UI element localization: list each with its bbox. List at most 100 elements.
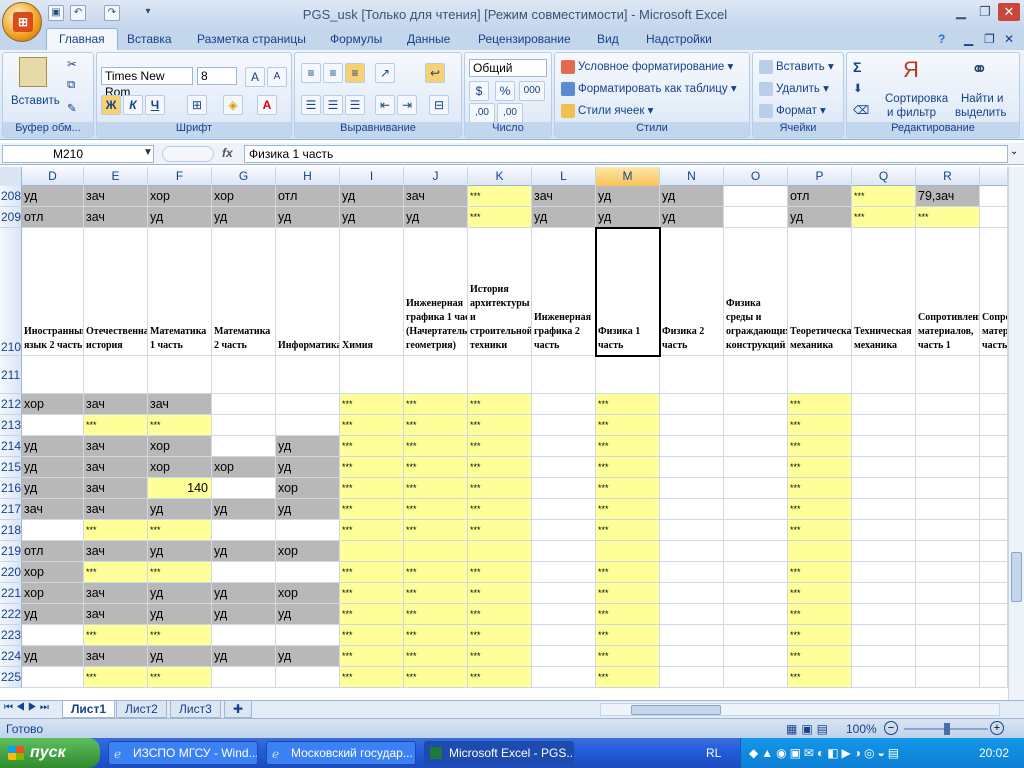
taskbar-item-excel[interactable]: Microsoft Excel - PGS... [424,741,574,765]
grade-cell[interactable]: *** [148,625,212,646]
grade-cell[interactable] [532,646,596,667]
grade-cell[interactable] [532,457,596,478]
grade-cell[interactable] [660,499,724,520]
row-header-215[interactable]: 215 [0,457,22,478]
grade-cell[interactable] [980,562,1008,583]
grade-cell[interactable] [532,499,596,520]
grade-cell[interactable]: уд [340,186,404,207]
column-title-cell[interactable]: Техническая механика [852,228,916,356]
grade-cell[interactable]: зач [22,499,84,520]
grade-cell[interactable]: *** [788,457,852,478]
row-header-209[interactable]: 209 [0,207,22,228]
insert-function-button[interactable]: fx [222,146,233,160]
grade-cell[interactable]: уд [212,499,276,520]
ribbon-minimize-icon[interactable]: ▁ [964,32,973,46]
grade-cell[interactable]: *** [596,499,660,520]
format-cells-button[interactable]: Формат ▾ [759,103,826,118]
insert-cells-button[interactable]: Вставить ▾ [759,59,834,74]
grade-cell[interactable] [852,436,916,457]
font-size-select[interactable]: 8 [197,67,237,85]
grade-cell[interactable]: хор [22,394,84,415]
grade-cell[interactable]: *** [84,625,148,646]
align-top-icon[interactable]: ≡ [301,63,321,83]
grade-cell[interactable] [724,541,788,562]
grade-cell[interactable] [980,457,1008,478]
grade-cell[interactable]: хор [276,583,340,604]
sort-filter-button[interactable]: Сортировка [885,93,948,105]
grade-cell[interactable]: уд [22,186,84,207]
grade-cell[interactable] [22,520,84,541]
row-header-220[interactable]: 220 [0,562,22,583]
fill-color-icon[interactable]: ◈ [223,95,243,115]
grade-cell[interactable]: отл [22,207,84,228]
grade-cell[interactable] [532,583,596,604]
grade-cell[interactable] [980,520,1008,541]
grade-cell[interactable]: уд [148,541,212,562]
grade-cell[interactable] [532,625,596,646]
grade-cell[interactable]: *** [596,583,660,604]
grade-cell[interactable]: *** [340,394,404,415]
grade-cell[interactable] [916,394,980,415]
column-title-cell[interactable]: Физика 1 часть [596,228,660,356]
grade-cell[interactable]: уд [596,186,660,207]
grade-cell[interactable]: уд [212,207,276,228]
grade-cell[interactable]: зач [84,541,148,562]
column-header-H[interactable]: H [276,167,340,186]
grade-cell[interactable]: *** [404,415,468,436]
column-title-cell[interactable]: Математика 1 часть [148,228,212,356]
grade-cell[interactable] [852,625,916,646]
grade-cell[interactable]: уд [276,499,340,520]
delete-cells-button[interactable]: Удалить ▾ [759,81,829,96]
grade-cell[interactable]: зач [84,436,148,457]
thousands-button[interactable]: 000 [519,81,545,101]
fill-icon[interactable]: ⬇ [853,81,863,95]
clear-icon[interactable]: ⌫ [853,103,869,117]
grade-cell[interactable]: зач [84,478,148,499]
grade-cell[interactable]: уд [596,207,660,228]
grade-cell[interactable]: зач [404,186,468,207]
grade-cell[interactable]: уд [22,457,84,478]
wrap-text-icon[interactable]: ↩ [425,63,445,83]
grade-cell[interactable] [660,457,724,478]
column-title-cell[interactable]: История архитектуры и строительной техни… [468,228,532,356]
vertical-scroll-thumb[interactable] [1011,552,1022,602]
grade-cell[interactable]: хор [276,478,340,499]
zoom-in-icon[interactable]: + [990,721,1004,735]
grade-cell[interactable] [22,667,84,688]
grade-cell[interactable]: уд [148,583,212,604]
column-title-cell[interactable]: Инженерная графика 1 часть (Начертательн… [404,228,468,356]
row-header-225[interactable]: 225 [0,667,22,688]
grade-cell[interactable]: *** [596,457,660,478]
grade-cell[interactable] [724,562,788,583]
grade-cell[interactable]: уд [22,436,84,457]
grade-cell[interactable] [660,625,724,646]
grade-cell[interactable]: *** [468,186,532,207]
font-name-select[interactable]: Times New Rom [101,67,193,99]
find-select-button[interactable]: Найти и [961,93,1003,105]
grade-cell[interactable] [660,646,724,667]
grade-cell[interactable]: *** [468,583,532,604]
number-format-select[interactable]: Общий [469,59,547,77]
grade-cell[interactable]: уд [404,207,468,228]
grade-cell[interactable] [852,583,916,604]
grade-cell[interactable] [852,646,916,667]
grade-cell[interactable]: отл [788,186,852,207]
grade-cell[interactable] [980,207,1008,228]
grade-cell[interactable]: *** [404,667,468,688]
column-title-cell[interactable]: Теоретическая механика [788,228,852,356]
spreadsheet-grid[interactable]: DEFGHIJKLMNOPQR уд зач хор хор отл уд зач *** за… [0,167,1008,700]
grade-cell[interactable] [724,583,788,604]
orientation-icon[interactable]: ↗ [375,63,395,83]
tab-insert[interactable]: Вставка [127,32,172,46]
grade-cell[interactable]: *** [340,562,404,583]
grade-cell[interactable] [916,478,980,499]
grade-cell[interactable]: *** [596,478,660,499]
column-title-cell[interactable]: Иностранный язык 2 часть [22,228,84,356]
grade-cell[interactable] [660,436,724,457]
column-header-D[interactable]: D [22,167,84,186]
grade-cell[interactable]: зач [84,604,148,625]
grade-cell[interactable]: *** [916,207,980,228]
grade-cell[interactable]: отл [276,186,340,207]
taskbar-item-ie1[interactable]: ИЗСПО МГСУ - Wind... [108,741,258,765]
grade-cell[interactable] [532,604,596,625]
